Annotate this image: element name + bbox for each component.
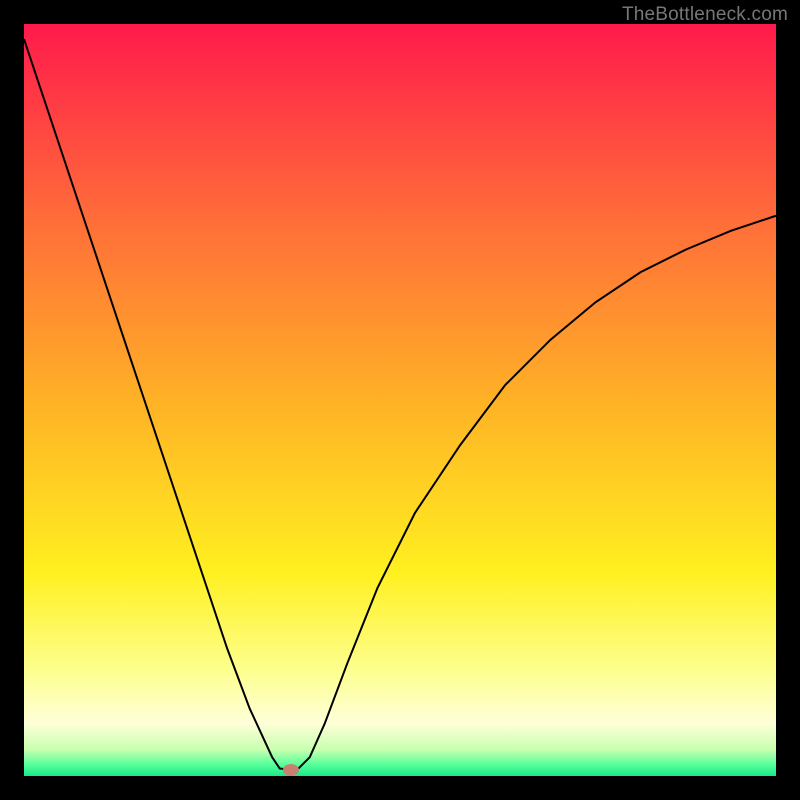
optimal-point-marker [283, 764, 299, 776]
gradient-background [24, 24, 776, 776]
watermark-text: TheBottleneck.com [622, 4, 788, 26]
bottleneck-chart [24, 24, 776, 776]
